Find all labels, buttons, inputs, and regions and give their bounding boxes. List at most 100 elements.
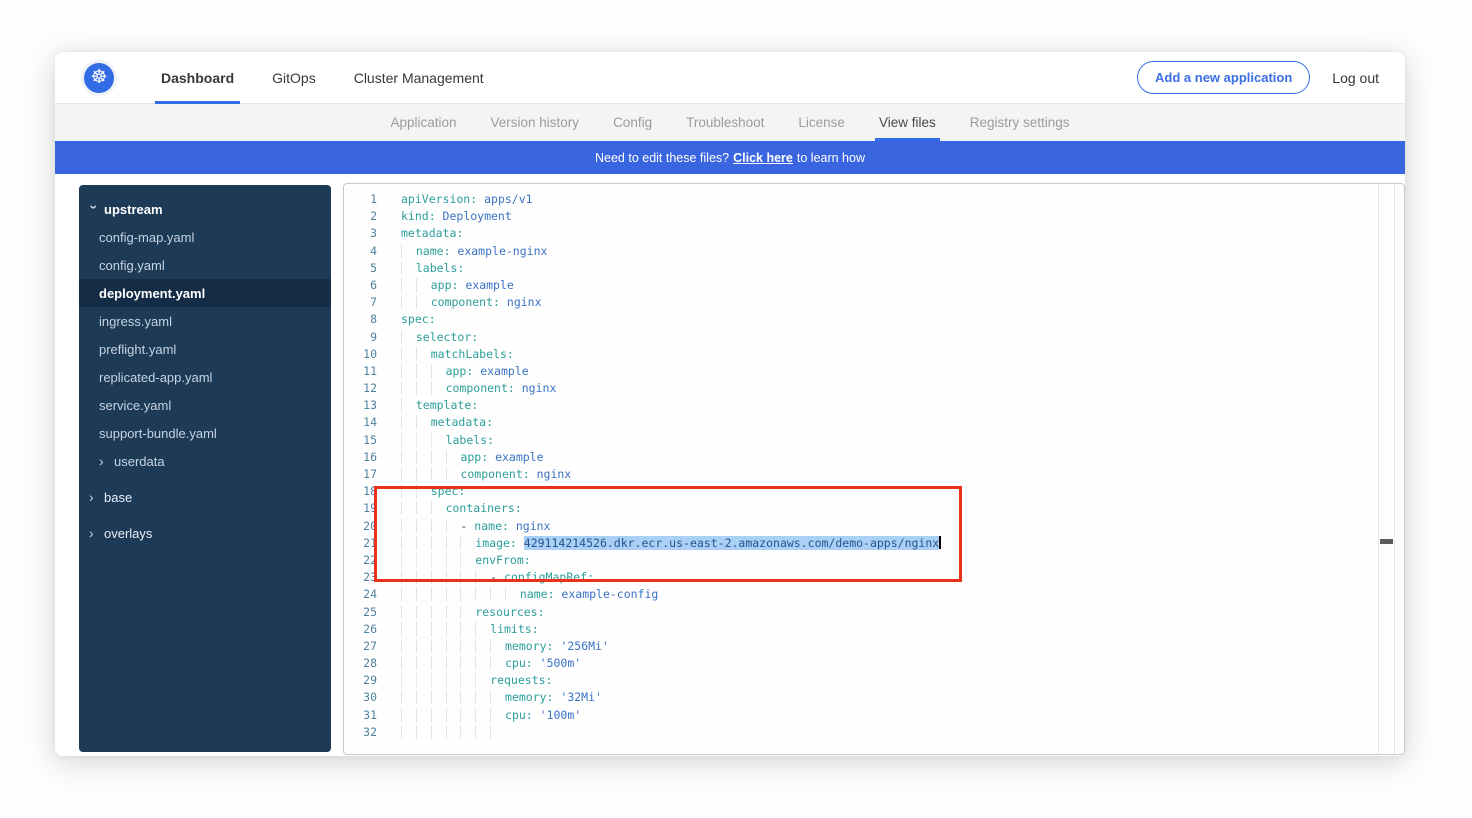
yaml-file-viewer[interactable]: 1apiVersion: apps/v12kind: Deployment3me… (343, 183, 1405, 755)
code-line[interactable]: 30 memory: '32Mi' (344, 689, 1404, 706)
indent-guide (431, 570, 446, 584)
indent-guide (401, 708, 416, 722)
indent-guide (475, 673, 490, 687)
code-line-text: matchLabels: (393, 346, 514, 363)
code-line[interactable]: 17 component: nginx (344, 466, 1404, 483)
code-line[interactable]: 16 app: example (344, 449, 1404, 466)
add-application-button[interactable]: Add a new application (1137, 61, 1310, 94)
code-line[interactable]: 26 limits: (344, 621, 1404, 638)
file-tree-label: service.yaml (99, 398, 171, 413)
code-token: name: (416, 244, 451, 258)
code-line[interactable]: 19 containers: (344, 500, 1404, 517)
line-number: 28 (344, 655, 393, 672)
code-line[interactable]: 28 cpu: '500m' (344, 655, 1404, 672)
code-line[interactable]: 7 component: nginx (344, 294, 1404, 311)
code-line[interactable]: 8spec: (344, 311, 1404, 328)
code-line[interactable]: 20 - name: nginx (344, 518, 1404, 535)
code-token (517, 536, 524, 550)
line-number: 6 (344, 277, 393, 294)
code-line[interactable]: 15 labels: (344, 432, 1404, 449)
indent-guide (446, 467, 461, 481)
code-line[interactable]: 25 resources: (344, 604, 1404, 621)
code-token: example-nginx (450, 244, 547, 258)
code-line[interactable]: 23 - configMapRef: (344, 569, 1404, 586)
code-line[interactable]: 29 requests: (344, 672, 1404, 689)
scrollbar-thumb[interactable] (1380, 539, 1393, 544)
indent-guide (490, 708, 505, 722)
subnav-tab-registry-settings[interactable]: Registry settings (970, 104, 1070, 141)
code-line[interactable]: 9 selector: (344, 329, 1404, 346)
indent-guide (401, 278, 416, 292)
indent-guide (416, 484, 431, 498)
code-line[interactable]: 10 matchLabels: (344, 346, 1404, 363)
code-line[interactable]: 32 (344, 724, 1404, 741)
line-number: 4 (344, 243, 393, 260)
indent-guide (416, 536, 431, 550)
file-tree-item-service-yaml[interactable]: service.yaml (79, 391, 331, 419)
code-token: cpu: (505, 656, 533, 670)
banner-click-here-link[interactable]: Click here (733, 151, 793, 165)
subnav-tab-license[interactable]: License (798, 104, 845, 141)
code-line[interactable]: 14 metadata: (344, 414, 1404, 431)
file-tree-item-userdata[interactable]: ›userdata (79, 447, 331, 475)
indent-guide (446, 570, 461, 584)
code-line[interactable]: 24 name: example-config (344, 586, 1404, 603)
code-line-text: app: example (393, 363, 529, 380)
code-line-text: labels: (393, 432, 494, 449)
code-token: component: (431, 295, 500, 309)
code-line[interactable]: 6 app: example (344, 277, 1404, 294)
file-tree-item-config-yaml[interactable]: config.yaml (79, 251, 331, 279)
indent-guide (446, 450, 461, 464)
file-tree-sidebar: ›upstreamconfig-map.yamlconfig.yamldeplo… (79, 185, 331, 752)
file-tree-item-config-map-yaml[interactable]: config-map.yaml (79, 223, 331, 251)
indent-guide (416, 519, 431, 533)
nav-tab-gitops[interactable]: GitOps (272, 52, 316, 104)
code-line[interactable]: 5 labels: (344, 260, 1404, 277)
indent-guide (460, 673, 475, 687)
code-line[interactable]: 2kind: Deployment (344, 208, 1404, 225)
indent-guide (401, 587, 416, 601)
code-token: memory: (505, 690, 553, 704)
editor-scrollbar[interactable] (1378, 184, 1395, 754)
file-tree-item-base[interactable]: ›base (79, 483, 331, 511)
indent-guide (431, 708, 446, 722)
subnav-tab-version-history[interactable]: Version history (491, 104, 580, 141)
code-line[interactable]: 1apiVersion: apps/v1 (344, 191, 1404, 208)
logout-link[interactable]: Log out (1332, 70, 1379, 86)
code-token: apiVersion: (401, 192, 477, 206)
file-tree-item-replicated-app-yaml[interactable]: replicated-app.yaml (79, 363, 331, 391)
code-token: memory: (505, 639, 553, 653)
app-logo[interactable]: ☸ (81, 60, 117, 96)
subnav-tab-view-files[interactable]: View files (879, 104, 936, 141)
code-line-text: memory: '32Mi' (393, 689, 602, 706)
file-tree-item-upstream[interactable]: ›upstream (79, 195, 331, 223)
code-line[interactable]: 22 envFrom: (344, 552, 1404, 569)
file-tree-item-deployment-yaml[interactable]: deployment.yaml (79, 279, 331, 307)
subnav-tab-troubleshoot[interactable]: Troubleshoot (686, 104, 764, 141)
code-line[interactable]: 12 component: nginx (344, 380, 1404, 397)
line-number: 14 (344, 414, 393, 431)
code-line[interactable]: 27 memory: '256Mi' (344, 638, 1404, 655)
code-line[interactable]: 4 name: example-nginx (344, 243, 1404, 260)
file-tree-label: base (104, 490, 132, 505)
code-line[interactable]: 31 cpu: '100m' (344, 707, 1404, 724)
subnav-tab-application[interactable]: Application (390, 104, 456, 141)
code-line[interactable]: 13 template: (344, 397, 1404, 414)
indent-guide (460, 690, 475, 704)
code-token: matchLabels: (431, 347, 514, 361)
code-line[interactable]: 18 spec: (344, 483, 1404, 500)
code-line-text: metadata: (393, 414, 493, 431)
code-line-text: spec: (393, 483, 465, 500)
file-tree-item-preflight-yaml[interactable]: preflight.yaml (79, 335, 331, 363)
nav-tab-cluster-management[interactable]: Cluster Management (354, 52, 484, 104)
file-tree-item-ingress-yaml[interactable]: ingress.yaml (79, 307, 331, 335)
code-line[interactable]: 3metadata: (344, 225, 1404, 242)
nav-tab-dashboard[interactable]: Dashboard (161, 52, 234, 104)
subnav-tab-config[interactable]: Config (613, 104, 652, 141)
code-line[interactable]: 11 app: example (344, 363, 1404, 380)
main-nav-tabs: Dashboard GitOps Cluster Management (161, 52, 484, 104)
code-line[interactable]: 21 image: 429114214526.dkr.ecr.us-east-2… (344, 535, 1404, 552)
file-tree-item-support-bundle-yaml[interactable]: support-bundle.yaml (79, 419, 331, 447)
indent-guide (446, 673, 461, 687)
file-tree-item-overlays[interactable]: ›overlays (79, 519, 331, 547)
